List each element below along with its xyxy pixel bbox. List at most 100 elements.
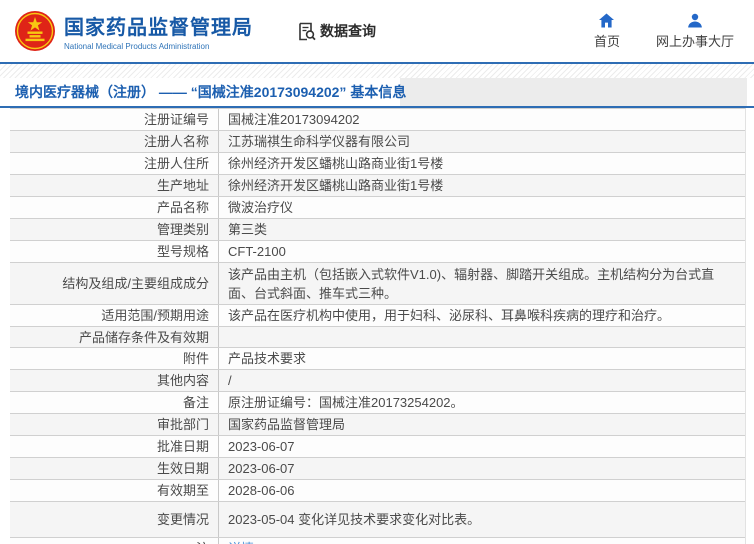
table-row: 其他内容 / bbox=[10, 370, 745, 392]
row-label: 适用范围/预期用途 bbox=[10, 306, 218, 325]
row-label-text: 其他内容 bbox=[156, 373, 209, 388]
row-label-text: 生产地址 bbox=[156, 178, 209, 193]
row-value-text: 2023-06-07 bbox=[228, 461, 295, 476]
nav-home-label: 首页 bbox=[593, 33, 620, 49]
agency-name-en: National Medical Products Administration bbox=[64, 42, 210, 51]
agency-name-cn: 国家药品监督管理局 bbox=[64, 17, 253, 39]
row-label-text: 管理类别 bbox=[156, 222, 209, 237]
breadcrumb-bar-fill bbox=[400, 78, 747, 106]
row-label-text: 型号规格 bbox=[156, 244, 209, 259]
table-row: 审批部门 国家药品监督管理局 bbox=[10, 414, 745, 436]
nav-service-hall-label: 网上办事大厅 bbox=[655, 33, 734, 49]
row-value: 2023-05-04 变化详见技术要求变化对比表。 bbox=[218, 502, 745, 537]
row-label: 变更情况 bbox=[10, 510, 218, 529]
row-label: 附件 bbox=[10, 349, 218, 368]
row-value-text: 徐州经济开发区蟠桃山路商业街1号楼 bbox=[228, 156, 444, 171]
row-label: 其他内容 bbox=[10, 371, 218, 390]
row-label: 生效日期 bbox=[10, 459, 218, 478]
row-label-text: 生效日期 bbox=[156, 461, 209, 476]
row-value: 详情 bbox=[218, 538, 745, 544]
row-label-text: 结构及组成/主要组成成分 bbox=[62, 276, 209, 291]
row-value-text: 国家药品监督管理局 bbox=[228, 417, 346, 432]
table-row: 附件 产品技术要求 bbox=[10, 348, 745, 370]
row-value bbox=[218, 327, 745, 347]
table-row: 产品储存条件及有效期 bbox=[10, 327, 745, 348]
row-label-text: 产品储存条件及有效期 bbox=[78, 329, 209, 345]
row-value-text: CFT-2100 bbox=[228, 244, 286, 259]
row-value-text: 第三类 bbox=[228, 222, 268, 237]
doc-search-icon bbox=[299, 22, 316, 40]
row-value-text: 2028-06-06 bbox=[228, 483, 295, 498]
row-value-text: 该产品在医疗机构中使用，用于妇科、泌尿科、耳鼻喉科疾病的理疗和治疗。 bbox=[228, 308, 671, 323]
row-value: 徐州经济开发区蟠桃山路商业街1号楼 bbox=[218, 175, 745, 196]
row-value-text: 徐州经济开发区蟠桃山路商业街1号楼 bbox=[228, 178, 444, 193]
row-label-text: 变更情况 bbox=[156, 512, 209, 527]
row-value: 国家药品监督管理局 bbox=[218, 414, 745, 435]
table-row: 变更情况 2023-05-04 变化详见技术要求变化对比表。 bbox=[10, 502, 745, 538]
row-value-text: 2023-05-04 变化详见技术要求变化对比表。 bbox=[228, 512, 481, 527]
top-nav: 首页 网上办事大厅 bbox=[594, 13, 734, 50]
data-query-nav[interactable]: 数据查询 bbox=[297, 21, 376, 41]
row-label-text: 审批部门 bbox=[156, 417, 209, 432]
row-label-text: 注 bbox=[196, 539, 209, 544]
national-emblem-icon bbox=[15, 11, 55, 51]
hatch-band bbox=[0, 64, 754, 78]
table-row: 备注 原注册证编号：国械注准20173254202。 bbox=[10, 392, 745, 414]
row-value-text: 产品技术要求 bbox=[228, 351, 307, 366]
row-value-text: 国械注准20173094202 bbox=[228, 112, 360, 127]
row-label-text: 注册证编号 bbox=[143, 112, 209, 127]
nav-home[interactable]: 首页 bbox=[594, 13, 620, 50]
row-label: 有效期至 bbox=[10, 481, 218, 500]
brand-text: 国家药品监督管理局 National Medical Products Admi… bbox=[64, 11, 253, 51]
row-value: 徐州经济开发区蟠桃山路商业街1号楼 bbox=[218, 153, 745, 174]
row-value: 2023-06-07 bbox=[218, 458, 745, 479]
info-table: 注册证编号 国械注准20173094202 注册人名称 江苏瑞祺生命科学仪器有限公司注… bbox=[10, 108, 746, 544]
table-row: 型号规格 CFT-2100 bbox=[10, 241, 745, 263]
nav-service-hall[interactable]: 网上办事大厅 bbox=[656, 13, 734, 50]
row-label-text: 备注 bbox=[182, 395, 209, 410]
row-label-text: 批准日期 bbox=[156, 439, 209, 454]
row-value: 微波治疗仪 bbox=[218, 197, 745, 218]
row-value-text: 原注册证编号：国械注准20173254202。 bbox=[228, 395, 464, 410]
row-value: 江苏瑞祺生命科学仪器有限公司 bbox=[218, 131, 745, 152]
row-label-text: 注册人名称 bbox=[143, 134, 209, 149]
data-query-label: 数据查询 bbox=[320, 23, 376, 39]
table-row: 有效期至 2028-06-06 bbox=[10, 480, 745, 502]
home-icon bbox=[599, 13, 615, 27]
table-row: 结构及组成/主要组成成分 该产品由主机（包括嵌入式软件V1.0)、辐射器、脚踏开关… bbox=[10, 263, 745, 305]
breadcrumb-text: 境内医疗器械（注册） —— “国械注准20173094202” 基本信息 bbox=[15, 84, 407, 100]
row-value-text: 微波治疗仪 bbox=[228, 200, 294, 215]
table-row: 注册证编号 国械注准20173094202 bbox=[10, 109, 745, 131]
row-label: 批准日期 bbox=[10, 437, 218, 456]
row-value-text: 该产品由主机（包括嵌入式软件V1.0)、辐射器、脚踏开关组成。主机结构分为台式直… bbox=[228, 266, 715, 301]
row-label: 管理类别 bbox=[10, 220, 218, 239]
row-label: 备注 bbox=[10, 393, 218, 412]
row-label: 产品储存条件及有效期 bbox=[10, 328, 218, 347]
table-row: 管理类别 第三类 bbox=[10, 219, 745, 241]
row-value: 2023-06-07 bbox=[218, 436, 745, 457]
row-value-text: / bbox=[228, 373, 232, 388]
row-value: CFT-2100 bbox=[218, 241, 745, 262]
row-value: 原注册证编号：国械注准20173254202。 bbox=[218, 392, 745, 413]
row-value-text: 2023-06-07 bbox=[228, 439, 295, 454]
user-icon bbox=[688, 13, 702, 27]
row-value: 该产品在医疗机构中使用，用于妇科、泌尿科、耳鼻喉科疾病的理疗和治疗。 bbox=[218, 305, 745, 326]
row-value: 该产品由主机（包括嵌入式软件V1.0)、辐射器、脚踏开关组成。主机结构分为台式直… bbox=[218, 263, 745, 304]
row-value: 产品技术要求 bbox=[218, 348, 745, 369]
table-row: 生产地址 徐州经济开发区蟠桃山路商业街1号楼 bbox=[10, 175, 745, 197]
row-label: 结构及组成/主要组成成分 bbox=[10, 274, 218, 293]
table-row: 注册人住所 徐州经济开发区蟠桃山路商业街1号楼 bbox=[10, 153, 745, 175]
row-label: 审批部门 bbox=[10, 415, 218, 434]
row-label: 注册人名称 bbox=[10, 132, 218, 151]
row-value: 第三类 bbox=[218, 219, 745, 240]
row-label: 注册证编号 bbox=[10, 110, 218, 129]
row-label: 注册人住所 bbox=[10, 154, 218, 173]
row-label: 产品名称 bbox=[10, 198, 218, 217]
table-row: 批准日期 2023-06-07 bbox=[10, 436, 745, 458]
breadcrumb-tab: 境内医疗器械（注册） —— “国械注准20173094202” 基本信息 bbox=[0, 78, 406, 106]
row-label-text: 注册人住所 bbox=[143, 156, 209, 171]
table-row: 注册人名称 江苏瑞祺生命科学仪器有限公司 bbox=[10, 131, 745, 153]
row-value-text: 江苏瑞祺生命科学仪器有限公司 bbox=[228, 134, 411, 149]
detail-link[interactable]: 详情 bbox=[228, 539, 254, 544]
row-label: 生产地址 bbox=[10, 176, 218, 195]
